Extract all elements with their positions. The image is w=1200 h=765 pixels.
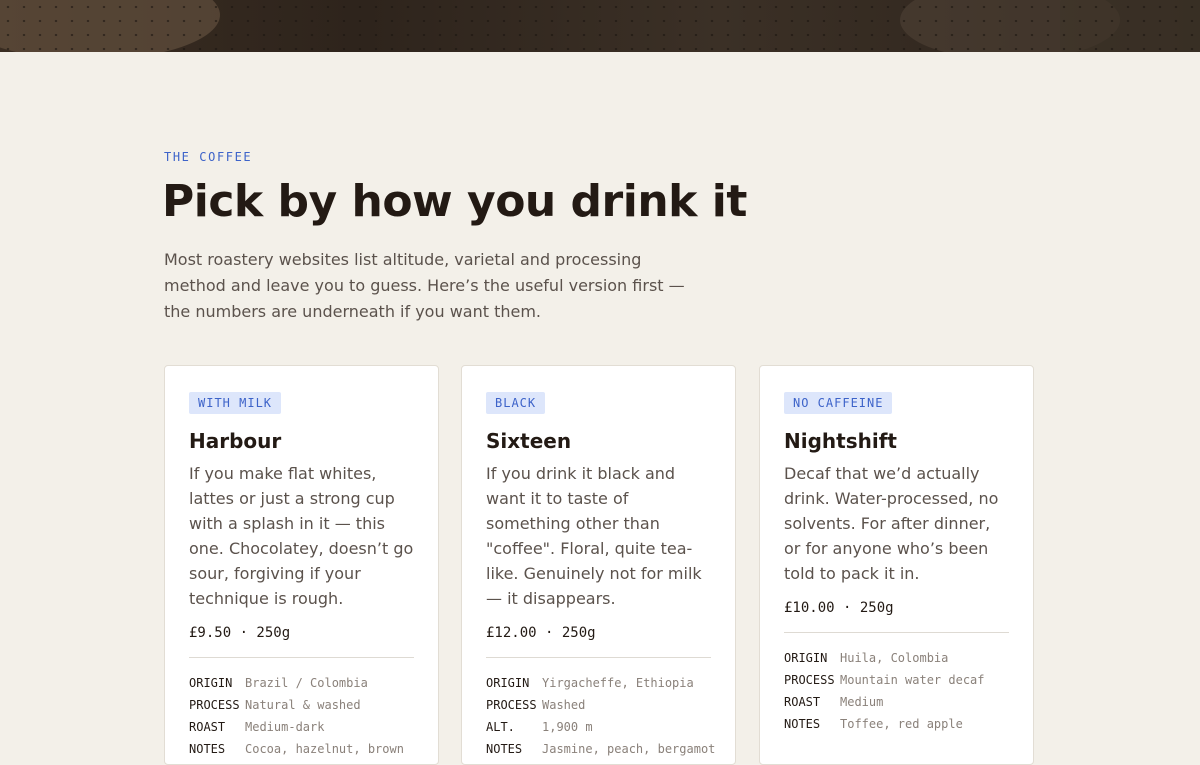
spec-label: PROCESS bbox=[784, 673, 835, 687]
spec-row: NOTES Cocoa, hazelnut, brown bbox=[189, 738, 414, 760]
spec-value: Jasmine, peach, bergamot bbox=[542, 742, 716, 756]
spec-row: ROAST Medium-dark bbox=[189, 716, 414, 738]
card-divider bbox=[486, 657, 711, 658]
product-card-sixteen[interactable]: BLACK Sixteen If you drink it black and … bbox=[461, 365, 736, 765]
spec-row: ALT. 1,900 m bbox=[486, 716, 711, 738]
spec-value: Natural & washed bbox=[245, 698, 361, 712]
spec-row: ORIGIN Brazil / Colombia bbox=[189, 672, 414, 694]
spec-value: Brazil / Colombia bbox=[245, 676, 368, 690]
product-card-harbour[interactable]: WITH MILK Harbour If you make flat white… bbox=[164, 365, 439, 765]
spec-label: NOTES bbox=[784, 717, 821, 731]
card-tag: BLACK bbox=[486, 392, 546, 414]
spec-row: PROCESS Natural & washed bbox=[189, 694, 414, 716]
spec-label: ORIGIN bbox=[189, 676, 233, 690]
section-title: Pick by how you drink it bbox=[162, 176, 747, 227]
card-tag: WITH MILK bbox=[189, 392, 282, 414]
hero-texture bbox=[0, 0, 1200, 52]
card-tag: NO CAFFEINE bbox=[784, 392, 893, 414]
spec-value: Medium-dark bbox=[245, 720, 325, 734]
spec-row: ORIGIN Huila, Colombia bbox=[784, 647, 1009, 669]
spec-value: Medium bbox=[840, 695, 884, 709]
spec-label: NOTES bbox=[189, 742, 226, 756]
card-price: £12.00 · 250g bbox=[486, 625, 596, 641]
spec-label: NOTES bbox=[486, 742, 523, 756]
card-description: If you drink it black and want it to tas… bbox=[486, 464, 702, 608]
spec-label: ORIGIN bbox=[784, 651, 828, 665]
spec-value: 1,900 m bbox=[542, 720, 593, 734]
card-title[interactable]: Nightshift bbox=[784, 429, 1009, 453]
spec-value: Huila, Colombia bbox=[840, 651, 949, 665]
card-description: If you make flat whites, lattes or just … bbox=[189, 464, 414, 608]
product-card-nightshift[interactable]: NO CAFFEINE Nightshift Decaf that we’d a… bbox=[759, 365, 1034, 765]
spec-row: NOTES Toffee, red apple bbox=[784, 713, 1009, 735]
card-price: £10.00 · 250g bbox=[784, 600, 894, 616]
section-eyebrow: THE COFFEE bbox=[164, 150, 253, 164]
card-title[interactable]: Sixteen bbox=[486, 429, 711, 453]
spec-row: ORIGIN Yirgacheffe, Ethiopia bbox=[486, 672, 711, 694]
spec-label: PROCESS bbox=[189, 698, 240, 712]
spec-label: ORIGIN bbox=[486, 676, 530, 690]
spec-row: PROCESS Mountain water decaf bbox=[784, 669, 1009, 691]
spec-value: Yirgacheffe, Ethiopia bbox=[542, 676, 694, 690]
card-divider bbox=[784, 632, 1009, 633]
card-divider bbox=[189, 657, 414, 658]
spec-value: Toffee, red apple bbox=[840, 717, 963, 731]
spec-label: ALT. bbox=[486, 720, 515, 734]
spec-value: Cocoa, hazelnut, brown bbox=[245, 742, 404, 756]
spec-row: PROCESS Washed bbox=[486, 694, 711, 716]
section-lede: Most roastery websites list altitude, va… bbox=[164, 250, 685, 321]
spec-row: NOTES Jasmine, peach, bergamot bbox=[486, 738, 715, 760]
spec-row: ROAST Medium bbox=[784, 691, 1009, 713]
spec-label: ROAST bbox=[189, 720, 226, 734]
card-title[interactable]: Harbour bbox=[189, 429, 414, 453]
card-price: £9.50 · 250g bbox=[189, 625, 291, 641]
spec-value: Mountain water decaf bbox=[840, 673, 985, 687]
hero-image bbox=[0, 0, 1200, 52]
spec-value: Washed bbox=[542, 698, 586, 712]
spec-label: ROAST bbox=[784, 695, 821, 709]
spec-label: PROCESS bbox=[486, 698, 537, 712]
card-description: Decaf that we’d actually drink. Water-pr… bbox=[784, 464, 999, 583]
